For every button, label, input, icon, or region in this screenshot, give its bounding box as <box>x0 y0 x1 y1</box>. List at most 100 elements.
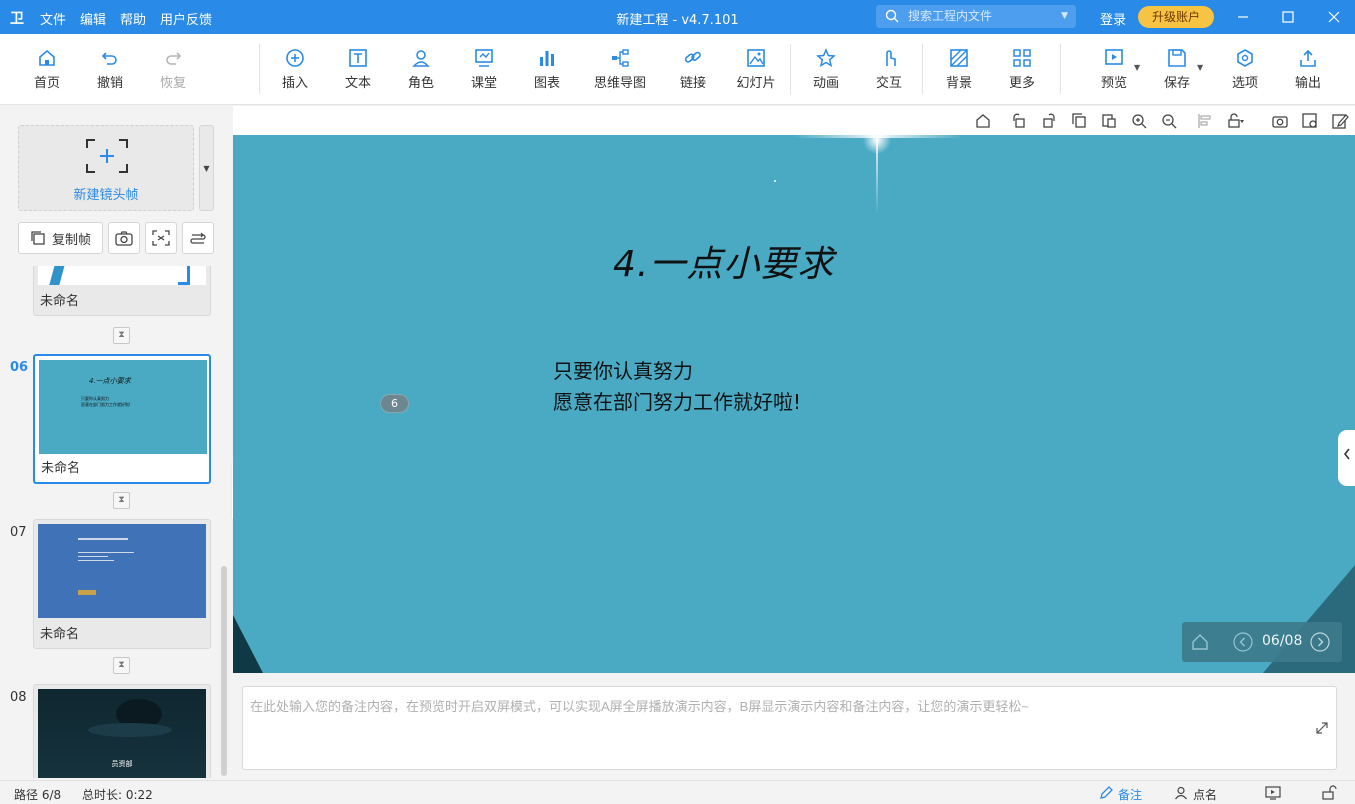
home-button[interactable]: 首页 <box>19 48 75 91</box>
role-button[interactable]: 角色 <box>393 48 449 91</box>
maximize-icon[interactable] <box>1278 7 1298 27</box>
frame-preview <box>38 266 206 285</box>
camera-icon <box>115 231 133 246</box>
new-frame-button[interactable]: 新建镜头帧 <box>18 125 194 211</box>
menu-file[interactable]: 文件 <box>40 9 66 28</box>
frame-list[interactable]: 未命名 ⧗ 06 4.一点小要求 只要你认真努力 愿意在部门努力工作就好啦! 未… <box>0 266 232 778</box>
zoom-out-icon[interactable] <box>1160 112 1178 130</box>
chevron-down-icon[interactable]: ▼ <box>1134 63 1140 72</box>
text-button[interactable]: 文本 <box>330 48 386 91</box>
rotate-right-icon[interactable] <box>1040 112 1058 130</box>
upgrade-button[interactable]: 升级账户 <box>1138 6 1214 28</box>
search-input[interactable]: 搜索工程内文件 ▼ <box>876 5 1076 28</box>
slide-canvas[interactable]: 4.一点小要求 只要你认真努力 愿意在部门努力工作就好啦! 6 06/08 <box>233 135 1355 673</box>
search-placeholder: 搜索工程内文件 <box>908 9 993 23</box>
notes-input[interactable]: 在此处输入您的备注内容，在预览时开启双屏模式，可以实现A屏全屏播放演示内容，B屏… <box>242 686 1337 770</box>
redo-button[interactable]: 恢复 <box>145 48 201 91</box>
paste-icon[interactable] <box>1100 112 1118 130</box>
chevron-down-icon[interactable]: ▼ <box>1061 5 1068 28</box>
notes-icon <box>1100 786 1113 799</box>
new-frame-dropdown[interactable]: ▼ <box>199 125 214 211</box>
chevron-down-icon[interactable]: ▼ <box>1197 63 1203 72</box>
copy-frame-button[interactable]: 复制帧 <box>18 222 103 254</box>
path-status: 路径 6/8 <box>14 788 62 802</box>
upload-icon <box>1300 49 1316 67</box>
zoom-in-icon[interactable] <box>1130 112 1148 130</box>
crop-icon <box>152 230 170 246</box>
notes-toggle[interactable]: 备注 <box>1118 786 1142 803</box>
settings-icon[interactable] <box>1301 112 1319 130</box>
insert-button[interactable]: 插入 <box>267 48 323 91</box>
snapshot-button[interactable] <box>108 222 140 254</box>
edit-icon[interactable] <box>1331 112 1349 130</box>
screen-icon[interactable] <box>1265 785 1281 801</box>
more-button[interactable]: 更多 <box>994 48 1050 91</box>
frame-card-07[interactable]: 未命名 <box>33 519 211 649</box>
menu-feedback[interactable]: 用户反馈 <box>160 9 212 28</box>
export-button[interactable]: 输出 <box>1280 48 1336 91</box>
frame-preview: 4.一点小要求 只要你认真努力 愿意在部门努力工作就好啦! <box>39 360 207 454</box>
text-icon <box>349 49 367 67</box>
expand-icon[interactable] <box>1315 721 1329 735</box>
scrollbar[interactable] <box>221 566 227 776</box>
align-icon[interactable] <box>1196 112 1214 130</box>
transition-icon[interactable]: ⧗ <box>113 327 130 344</box>
frame-number: 07 <box>10 525 27 540</box>
unlock-icon[interactable] <box>1321 785 1337 801</box>
chart-button[interactable]: 图表 <box>519 48 575 91</box>
menu-help[interactable]: 帮助 <box>120 9 146 28</box>
touch-icon <box>886 50 896 66</box>
frame-number-badge[interactable]: 6 <box>380 394 409 413</box>
minimize-icon[interactable] <box>1233 7 1253 27</box>
main-toolbar: 首页 撤销 恢复 插入 文本 角色 课堂 图表 思维导图 链接 幻灯片 动画 交… <box>0 34 1355 105</box>
link-button[interactable]: 链接 <box>665 48 721 91</box>
rollcall-button[interactable]: 点名 <box>1193 786 1217 803</box>
home-icon[interactable] <box>1190 632 1210 652</box>
duration-status: 总时长: 0:22 <box>82 788 153 802</box>
class-button[interactable]: 课堂 <box>456 48 512 91</box>
canvas-toolbar <box>233 106 1355 135</box>
undo-button[interactable]: 撤销 <box>82 48 138 91</box>
chevron-left-icon <box>1343 448 1350 460</box>
background-button[interactable]: 背景 <box>931 48 987 91</box>
login-button[interactable]: 登录 <box>1100 9 1126 28</box>
expand-right-panel-button[interactable] <box>1338 430 1355 486</box>
menu-bar: 文件 编辑 帮助 用户反馈 <box>40 9 212 28</box>
options-button[interactable]: 选项 <box>1217 48 1273 91</box>
bar-chart-icon <box>540 51 554 66</box>
title-bar: 卫 文件 编辑 帮助 用户反馈 新建工程 - v4.7.101 搜索工程内文件 … <box>0 0 1355 34</box>
add-frame-icon <box>86 139 128 173</box>
slide-title[interactable]: 4.一点小要求 <box>613 235 834 287</box>
link-icon <box>684 51 701 63</box>
plus-circle-icon <box>286 49 304 67</box>
camera-icon[interactable] <box>1271 112 1289 130</box>
menu-edit[interactable]: 编辑 <box>80 9 106 28</box>
copy-icon <box>31 231 45 245</box>
frame-card-05[interactable]: 未命名 <box>33 266 211 316</box>
slide-text-line1[interactable]: 只要你认真努力 <box>553 355 693 384</box>
image-icon <box>747 49 765 67</box>
interact-button[interactable]: 交互 <box>861 48 917 91</box>
transition-icon[interactable]: ⧗ <box>113 657 130 674</box>
transition-icon[interactable]: ⧗ <box>113 492 130 509</box>
status-bar: 路径 6/8 总时长: 0:22 备注 点名 <box>0 780 1355 804</box>
frame-card-08[interactable]: 员资部 <box>33 684 211 778</box>
close-icon[interactable] <box>1324 7 1344 27</box>
frame-card-06[interactable]: 4.一点小要求 只要你认真努力 愿意在部门努力工作就好啦! 未命名 <box>33 354 211 484</box>
home-icon[interactable] <box>974 112 992 130</box>
copy-icon[interactable] <box>1070 112 1088 130</box>
frame-number: 08 <box>10 690 27 705</box>
fit-frame-button[interactable] <box>145 222 177 254</box>
mindmap-button[interactable]: 思维导图 <box>588 48 652 91</box>
slides-button[interactable]: 幻灯片 <box>728 48 784 91</box>
lock-icon[interactable] <box>1226 112 1244 130</box>
reorder-button[interactable] <box>182 222 214 254</box>
next-slide-icon[interactable] <box>1310 632 1330 652</box>
animation-button[interactable]: 动画 <box>798 48 854 91</box>
slide-text-line2[interactable]: 愿意在部门努力工作就好啦! <box>553 386 801 415</box>
toolbar-divider <box>790 44 791 94</box>
prev-slide-icon[interactable] <box>1233 632 1253 652</box>
rotate-left-icon[interactable] <box>1010 112 1028 130</box>
frame-number: 06 <box>10 360 29 375</box>
person-icon <box>412 50 430 67</box>
